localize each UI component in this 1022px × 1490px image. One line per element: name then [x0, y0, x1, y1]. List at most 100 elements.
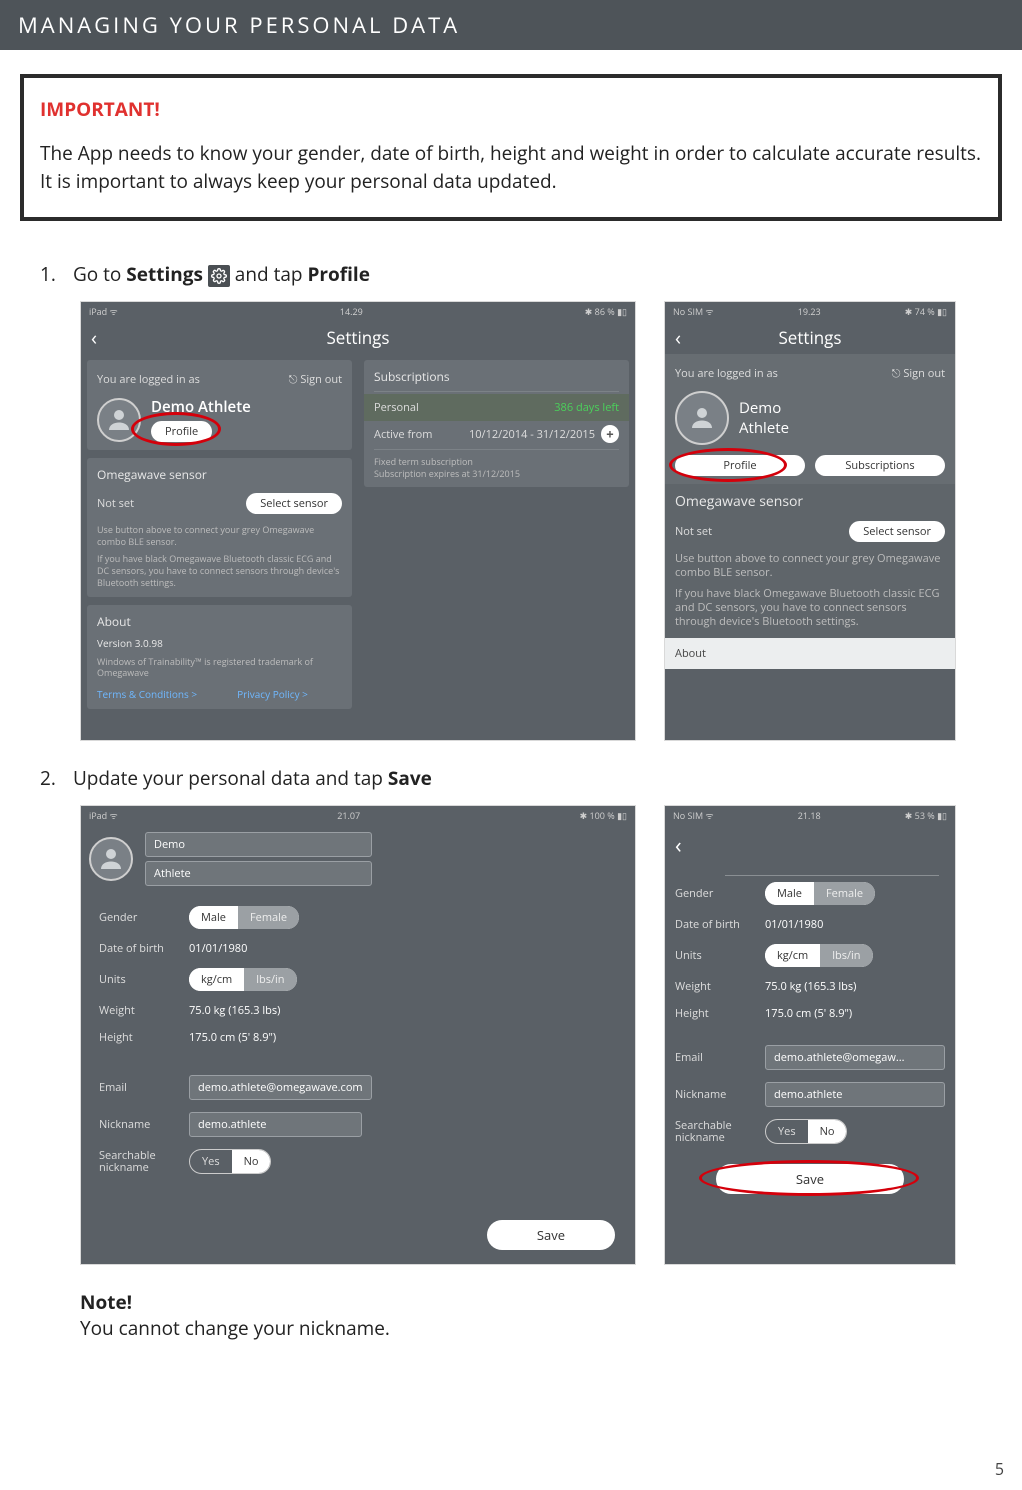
save-button[interactable]: Save	[487, 1220, 615, 1250]
height-value[interactable]: 175.0 cm (5' 8.9")	[189, 1030, 362, 1045]
sign-out-button[interactable]: ⎋ Sign out	[289, 372, 342, 387]
searchable-yes[interactable]: Yes	[190, 1150, 232, 1173]
sign-out-button[interactable]: ⎋ Sign out	[892, 366, 945, 381]
step-1-text-pre: Go to	[73, 261, 126, 287]
weight-label: Weight	[675, 979, 765, 994]
weight-value[interactable]: 75.0 kg (165.3 lbs)	[765, 979, 945, 994]
sensor-status: Not set	[97, 496, 134, 511]
back-icon[interactable]: ‹	[675, 830, 682, 860]
important-text: The App needs to know your gender, date …	[40, 140, 982, 195]
gender-toggle[interactable]: Male Female	[765, 882, 875, 905]
units-imperial[interactable]: lbs/in	[820, 944, 872, 967]
important-callout: IMPORTANT! The App needs to know your ge…	[20, 74, 1002, 221]
profile-button[interactable]: Profile	[675, 455, 805, 476]
avatar-icon	[97, 398, 141, 442]
terms-link[interactable]: Terms & Conditions >	[97, 687, 197, 701]
gender-toggle[interactable]: Male Female	[189, 906, 299, 929]
back-icon[interactable]: ‹	[91, 324, 97, 351]
units-toggle[interactable]: kg/cm lbs/in	[189, 968, 297, 991]
nickname-input[interactable]: demo.athlete	[189, 1112, 362, 1137]
active-range: 10/12/2014 - 31/12/2015	[469, 427, 595, 442]
status-battery: ✱ 74 % ▮▯	[905, 305, 947, 318]
about-card: About Version 3.0.98 Windows of Trainabi…	[87, 605, 352, 709]
screenshot-iphone-profile: No SIM ᯤ 21.18 ✱ 53 % ▮▯ ‹ Gender Male	[664, 805, 956, 1265]
height-label: Height	[675, 1006, 765, 1021]
profile-button[interactable]: Profile	[151, 421, 212, 442]
status-carrier: No SIM ᯤ	[673, 305, 714, 318]
searchable-toggle[interactable]: Yes No	[765, 1119, 847, 1144]
screenshot-ipad-profile: iPad ᯤ 21.07 ✱ 100 % ▮▯ Demo Athlete	[80, 805, 636, 1265]
searchable-no[interactable]: No	[232, 1150, 271, 1173]
note-text: You cannot change your nickname.	[80, 1315, 1002, 1341]
subscriptions-card: Subscriptions Personal 386 days left Act…	[364, 360, 629, 487]
privacy-link[interactable]: Privacy Policy >	[237, 687, 308, 701]
subs-title: Subscriptions	[374, 368, 619, 385]
account-card: You are logged in as ⎋ Sign out Demo Ath…	[87, 360, 352, 450]
step-2-number: 2.	[40, 765, 68, 791]
email-input[interactable]: demo.athlete@omegaw...	[765, 1045, 945, 1070]
back-icon[interactable]: ‹	[675, 324, 681, 351]
step-1: 1. Go to Settings and tap Profile iPad ᯤ…	[80, 261, 1002, 741]
avatar-icon	[89, 837, 133, 881]
searchable-label: Searchable nickname	[675, 1120, 765, 1144]
add-icon[interactable]: +	[601, 425, 619, 443]
step-1-text-mid: and tap	[235, 261, 308, 287]
searchable-no[interactable]: No	[808, 1120, 847, 1143]
dob-value[interactable]: 01/01/1980	[765, 917, 945, 932]
sensor-status: Not set	[675, 524, 712, 539]
status-time: 21.07	[337, 809, 360, 822]
sensor-title: Omegawave sensor	[97, 466, 342, 483]
status-time: 21.18	[798, 809, 821, 822]
units-label: Units	[675, 948, 765, 963]
gender-male[interactable]: Male	[189, 906, 238, 929]
about-title: About	[675, 646, 945, 661]
about-title: About	[97, 613, 342, 630]
gender-label: Gender	[675, 886, 765, 901]
dob-label: Date of birth	[675, 917, 765, 932]
searchable-label: Searchable nickname	[99, 1150, 189, 1174]
height-label: Height	[99, 1030, 189, 1045]
nickname-input[interactable]: demo.athlete	[765, 1082, 945, 1107]
status-battery: ✱ 100 % ▮▯	[580, 809, 627, 822]
gender-female[interactable]: Female	[814, 882, 875, 905]
sensor-hint-1: Use button above to connect your grey Om…	[675, 552, 945, 581]
dob-value[interactable]: 01/01/1980	[189, 941, 362, 956]
gear-icon	[208, 265, 230, 287]
avatar-icon	[675, 391, 729, 445]
searchable-toggle[interactable]: Yes No	[189, 1149, 271, 1174]
status-carrier: iPad ᯤ	[89, 305, 118, 318]
weight-value[interactable]: 75.0 kg (165.3 lbs)	[189, 1003, 362, 1018]
sensor-card: Omegawave sensor Not set Select sensor U…	[87, 458, 352, 596]
status-battery: ✱ 53 % ▮▯	[905, 809, 947, 822]
searchable-yes[interactable]: Yes	[766, 1120, 808, 1143]
email-label: Email	[675, 1050, 765, 1065]
subs-days-left: 386 days left	[554, 400, 619, 415]
units-metric[interactable]: kg/cm	[765, 944, 820, 967]
select-sensor-button[interactable]: Select sensor	[246, 493, 342, 514]
user-last: Athlete	[739, 418, 789, 438]
email-input[interactable]: demo.athlete@omegawave.com	[189, 1075, 372, 1100]
screenshot-iphone-settings: No SIM ᯤ 19.23 ✱ 74 % ▮▯ ‹ Settings You …	[664, 301, 956, 741]
last-name-input[interactable]: Athlete	[145, 861, 372, 886]
status-carrier: iPad ᯤ	[89, 809, 118, 822]
step-1-number: 1.	[40, 261, 68, 287]
status-time: 14.29	[340, 305, 363, 318]
sensor-hint-2: If you have black Omegawave Bluetooth cl…	[675, 587, 945, 630]
nickname-label: Nickname	[675, 1087, 765, 1102]
dob-label: Date of birth	[99, 941, 189, 956]
units-metric[interactable]: kg/cm	[189, 968, 244, 991]
fixed-term-2: Subscription expires at 31/12/2015	[374, 468, 619, 480]
units-imperial[interactable]: lbs/in	[244, 968, 296, 991]
units-toggle[interactable]: kg/cm lbs/in	[765, 944, 873, 967]
subscriptions-button[interactable]: Subscriptions	[815, 455, 945, 476]
height-value[interactable]: 175.0 cm (5' 8.9")	[765, 1006, 945, 1021]
first-name-input[interactable]: Demo	[145, 832, 372, 857]
gender-female[interactable]: Female	[238, 906, 299, 929]
save-button[interactable]: Save	[716, 1164, 904, 1194]
sensor-hint-2: If you have black Omegawave Bluetooth cl…	[97, 553, 342, 588]
units-label: Units	[99, 972, 189, 987]
user-name: Demo Athlete	[151, 397, 251, 417]
select-sensor-button[interactable]: Select sensor	[849, 521, 945, 542]
nav-bar: ‹ Settings	[81, 320, 635, 354]
gender-male[interactable]: Male	[765, 882, 814, 905]
